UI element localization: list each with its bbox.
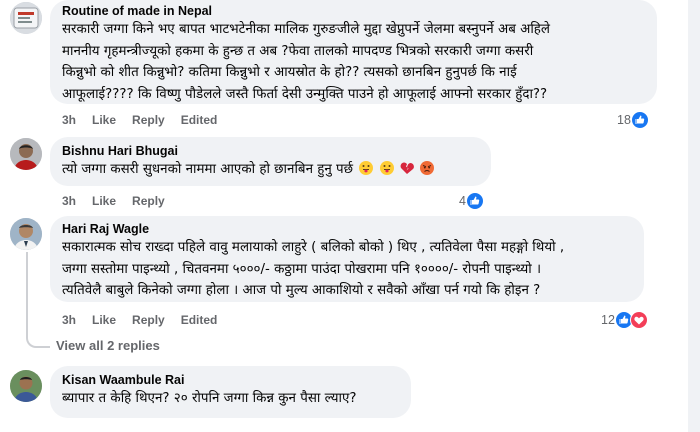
comment-actions: 3h Like Reply Edited [62, 313, 233, 329]
view-replies-label: View all 2 replies [56, 338, 160, 353]
timestamp[interactable]: 3h [62, 313, 76, 329]
like-button[interactable]: Like [92, 194, 116, 210]
comment-author[interactable]: Kisan Waambule Rai [62, 372, 399, 388]
avatar[interactable] [10, 218, 42, 250]
reply-button[interactable]: Reply [132, 113, 165, 129]
comment-text-line: त्यतिवेलै बाबुले किनेको जग्गा होला । आज … [62, 283, 541, 298]
scrollbar-track[interactable] [688, 0, 700, 432]
timestamp[interactable]: 3h [62, 194, 76, 210]
avatar[interactable] [10, 370, 42, 402]
avatar-image [10, 370, 42, 402]
love-icon [629, 311, 648, 329]
comment-text-line: आफूलाई???? कि विष्णु पौडेलले जस्तै फिर्त… [62, 86, 548, 102]
angry-emoji-icon [420, 161, 435, 175]
like-button[interactable]: Like [92, 313, 116, 329]
comment-actions: 3h Like Reply Edited [62, 113, 233, 129]
comment-bubble: Hari Raj Wagle सकारात्मक सोच राख्दा पहिल… [50, 216, 644, 302]
reply-thread-line [26, 252, 28, 338]
comment-author[interactable]: Hari Raj Wagle [62, 221, 632, 237]
comment-actions: 3h Like Reply [62, 194, 181, 210]
view-replies-link[interactable]: View all 2 replies [56, 338, 160, 353]
comment-bubble: Kisan Waambule Rai ब्यापार त केहि थिएन? … [50, 366, 411, 418]
reaction-count: 12 [601, 313, 615, 327]
avatar[interactable] [10, 138, 42, 170]
reaction-summary[interactable]: 18 [617, 111, 649, 129]
reply-button[interactable]: Reply [132, 313, 165, 329]
reply-button[interactable]: Reply [132, 194, 165, 210]
reaction-count: 4 [459, 194, 466, 208]
comment-text-line: ब्यापार त केहि थिएन? २० रोपनि जग्गा किन्… [62, 391, 357, 406]
broken-heart-icon [400, 161, 414, 175]
tongue-emoji-icon [359, 161, 374, 175]
comment-bubble: Routine of made in Nepal सरकारी जग्गा कि… [50, 0, 657, 104]
avatar-image [10, 2, 42, 34]
edited-label[interactable]: Edited [181, 313, 218, 329]
like-button[interactable]: Like [92, 113, 116, 129]
reaction-count: 18 [617, 113, 631, 127]
comment-text-line: सकारात्मक सोच राख्दा पहिले वावु मलायाको … [62, 240, 565, 255]
like-icon [630, 111, 649, 129]
comment-text-line: माननीय गृहमन्त्रीज्यूको हकमा के हुन्छ त … [62, 43, 534, 59]
avatar-image [10, 138, 42, 170]
comment-text-line: त्यो जग्गा कसरी सुधनको नाममा आएको हो छान… [62, 159, 479, 181]
reaction-summary[interactable]: 4 [459, 192, 484, 210]
avatar[interactable] [10, 2, 42, 34]
comment-author[interactable]: Routine of made in Nepal [62, 3, 645, 19]
like-icon [465, 192, 484, 210]
reaction-summary[interactable]: 12 [601, 311, 648, 329]
timestamp[interactable]: 3h [62, 113, 76, 129]
comment-text-line: जग्गा सस्तोमा पाइन्थ्यो , चितवनमा ५०००/-… [62, 261, 542, 277]
comment-text-line: सरकारी जग्गा किने भए बापत भाटभटेनीका माल… [62, 22, 550, 37]
reply-thread-branch [26, 330, 50, 348]
comment-bubble: Bishnu Hari Bhugai त्यो जग्गा कसरी सुधनक… [50, 137, 491, 186]
comment-author[interactable]: Bishnu Hari Bhugai [62, 143, 479, 159]
avatar-image [10, 218, 42, 250]
edited-label[interactable]: Edited [181, 113, 218, 129]
comment-text: त्यो जग्गा कसरी सुधनको नाममा आएको हो छान… [62, 162, 354, 177]
tongue-emoji-icon [379, 161, 394, 175]
comment-text-line: किन्नुभो को शीत किन्नुभो? कतिमा किन्नुभो… [62, 65, 517, 80]
